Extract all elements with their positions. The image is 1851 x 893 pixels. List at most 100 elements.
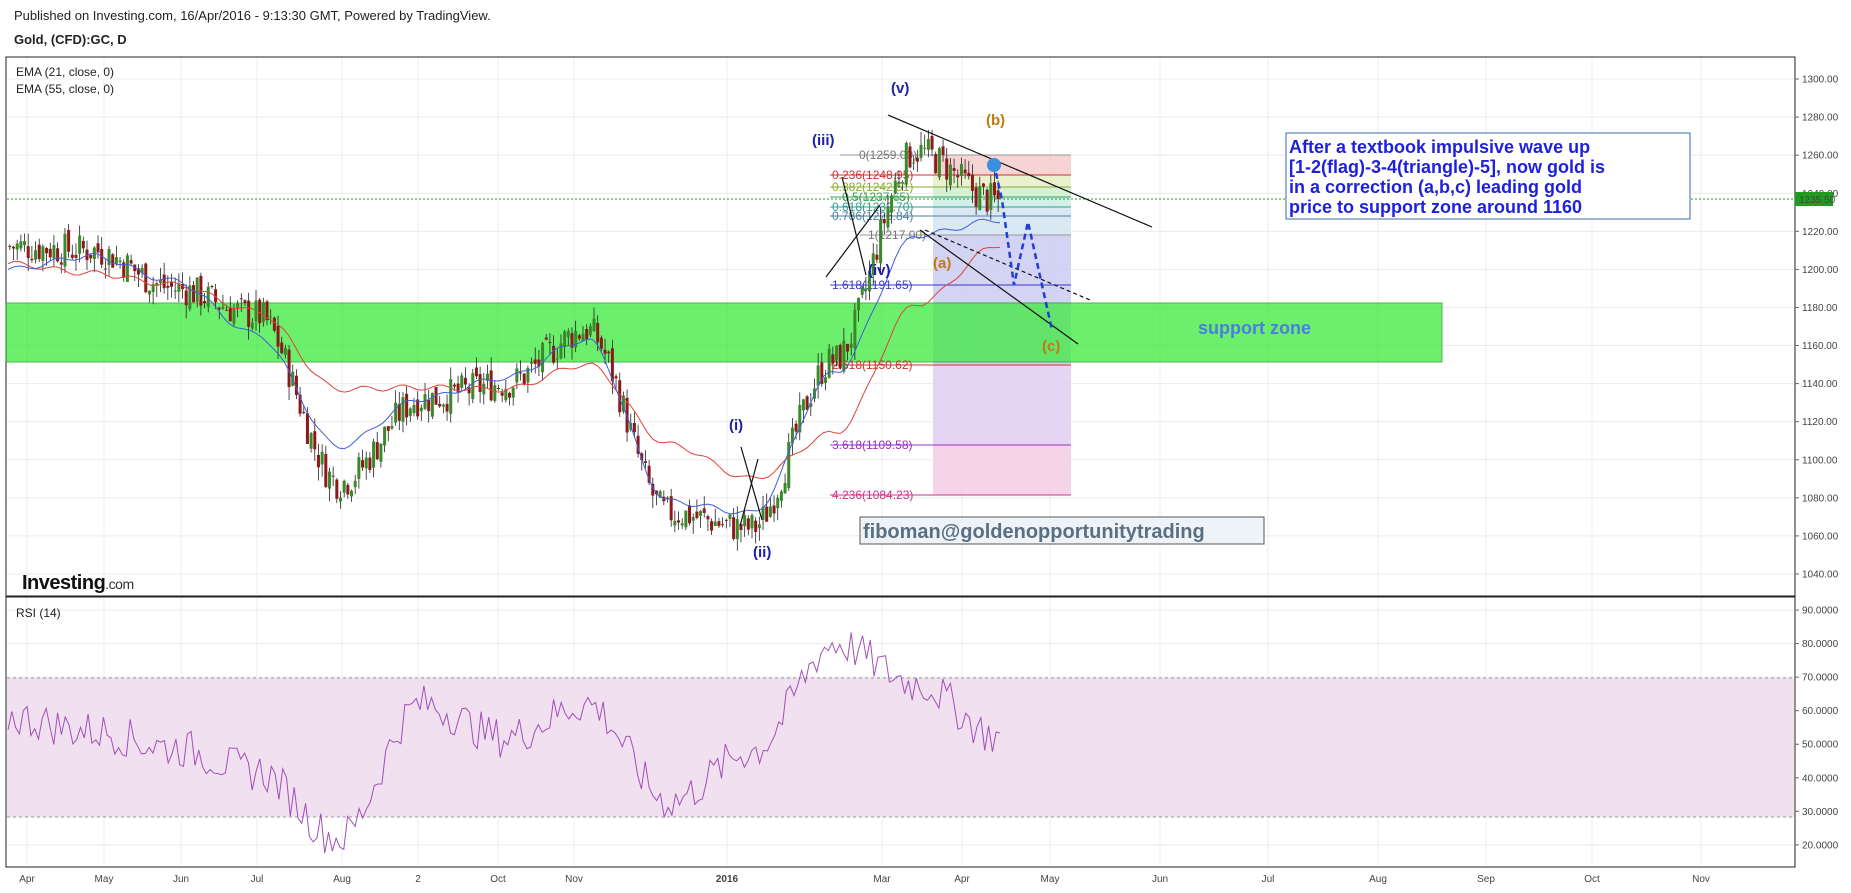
candle-body <box>541 343 545 373</box>
candle-body <box>923 147 927 149</box>
candle-body <box>96 243 100 253</box>
candle-body <box>941 146 945 155</box>
candle-body <box>419 407 423 412</box>
candle-body <box>239 298 243 300</box>
candle-body <box>221 306 225 309</box>
price-tick-label: 1160.00 <box>1802 341 1838 352</box>
candle-body <box>981 183 985 187</box>
candle-body <box>978 186 982 211</box>
candle-body <box>78 235 82 254</box>
wave-label-i: (i) <box>729 417 743 434</box>
candle-body <box>743 515 747 527</box>
candle-body <box>63 233 67 267</box>
candle-body <box>996 190 1000 200</box>
candle-body <box>478 373 482 393</box>
candle-body <box>607 351 611 354</box>
time-axis[interactable]: Apr May Jun Jul Aug 2 Oct Nov 2016 Mar Apr May Jun Ju… <box>19 874 1710 885</box>
time-tick-label: Apr <box>19 874 35 885</box>
candle-body <box>309 433 313 449</box>
candle-body <box>67 229 71 252</box>
candle-body <box>15 243 19 250</box>
candle-body <box>801 399 805 411</box>
candle-body <box>732 517 736 539</box>
candle-body <box>643 461 647 463</box>
candle-body <box>357 457 361 479</box>
candle-body <box>114 257 118 264</box>
candle-body <box>857 297 861 311</box>
candle-body <box>8 245 12 247</box>
candle-body <box>632 422 636 433</box>
price-axis[interactable]: 1300.001280.001260.001240.001220.001200.… <box>1795 75 1839 581</box>
time-tick-label: May <box>1041 874 1060 885</box>
candle-body <box>585 328 589 340</box>
candle-body <box>772 505 776 514</box>
time-tick-label: Aug <box>333 874 351 885</box>
wave-label-iii: (iii) <box>812 132 835 149</box>
candle-body <box>12 246 16 249</box>
candle-body <box>588 326 592 336</box>
candle-body <box>614 376 618 379</box>
candle-body <box>111 254 115 268</box>
candle-body <box>680 523 684 526</box>
price-tick-label: 1220.00 <box>1802 227 1839 238</box>
candle-body <box>970 174 974 191</box>
legend-ema21: EMA (21, close, 0) <box>16 65 114 79</box>
candle-body <box>603 349 607 354</box>
legend-ema55: EMA (55, close, 0) <box>16 82 114 96</box>
candle-body <box>460 375 464 388</box>
candle-body <box>691 517 695 521</box>
candle-body <box>522 373 526 385</box>
candle-body <box>463 377 467 385</box>
candle-body <box>261 302 265 323</box>
candle-body <box>89 254 93 259</box>
time-tick-label: Jun <box>1152 874 1168 885</box>
fib-label: 4.236(1084.23) <box>832 488 913 502</box>
candle-body <box>765 506 769 522</box>
candle-body <box>596 322 600 343</box>
candle-body <box>48 248 52 258</box>
candle-body <box>19 241 23 249</box>
rsi-band <box>7 678 1794 817</box>
chart-canvas[interactable]: support zone 0(1259.00) 0.236(1248.95) 0… <box>0 0 1851 893</box>
commentary-line: in a correction (a,b,c) leading gold <box>1289 177 1582 197</box>
wave-label-ii: (ii) <box>753 544 771 561</box>
price-tick-label: 1120.00 <box>1802 417 1838 428</box>
candle-body <box>107 248 111 266</box>
candle-body <box>750 515 754 529</box>
time-tick-label: Oct <box>1584 874 1600 885</box>
candle-body <box>427 399 431 412</box>
candle-body <box>915 157 919 162</box>
candle-body <box>552 345 556 363</box>
candle-body <box>956 175 960 178</box>
candle-body <box>199 275 203 306</box>
candle-body <box>794 423 798 432</box>
rsi-tick-label: 40.0000 <box>1802 773 1839 784</box>
candle-body <box>967 172 971 177</box>
candle-body <box>232 308 236 324</box>
candle-body <box>412 404 416 414</box>
candle-body <box>247 300 251 327</box>
investing-logo: Investing.com <box>22 572 134 594</box>
candle-body <box>173 290 177 292</box>
candle-body <box>272 317 276 331</box>
candle-body <box>342 480 346 493</box>
candle-body <box>452 384 456 387</box>
candle-body <box>989 183 993 210</box>
legend-rsi: RSI (14) <box>16 606 61 620</box>
candle-body <box>904 142 908 185</box>
candle-body <box>592 318 596 331</box>
candle-body <box>776 497 780 509</box>
support-zone-label: support zone <box>1198 318 1311 338</box>
candle-body <box>394 402 398 423</box>
fib-label: 1.618(1191.65) <box>832 278 913 292</box>
candle-body <box>250 322 254 329</box>
candle-body <box>860 287 864 295</box>
candle-body <box>386 426 390 431</box>
rsi-axis[interactable]: 90.0000 80.0000 70.0000 60.0000 50.0000 40.00… <box>1795 606 1839 852</box>
rsi-tick-label: 80.0000 <box>1802 639 1839 650</box>
candle-body <box>147 290 151 295</box>
marker-dot <box>987 158 1001 172</box>
candle-body <box>548 342 552 344</box>
candle-body <box>103 268 107 270</box>
candle-body <box>118 260 122 263</box>
